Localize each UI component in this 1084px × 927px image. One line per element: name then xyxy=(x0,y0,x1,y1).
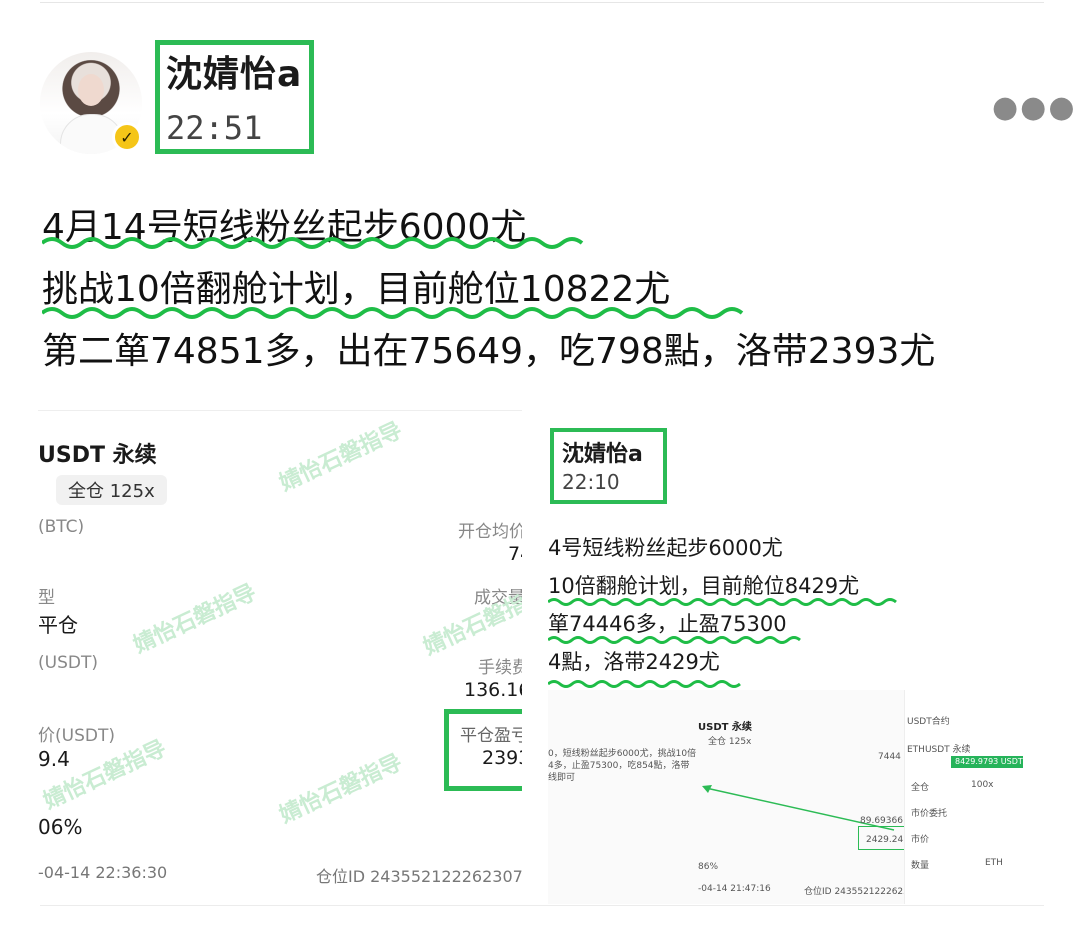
mini-panel-pair: ETHUSDT 永续 xyxy=(907,745,971,755)
post-time: 22:51 xyxy=(166,109,263,147)
mini-order-panel: USDT合约 ETHUSDT 永续 8429.9793 USDT 全仓 100x… xyxy=(904,690,1043,904)
shot2-author: 沈婧怡a xyxy=(562,442,643,467)
shot1-field-fee: 手续费( xyxy=(478,658,522,678)
mini-panel-lev2: 100x xyxy=(971,780,994,790)
watermark: 婧怡石磐指导 xyxy=(275,418,407,497)
more-dots-icon[interactable]: ●●● xyxy=(992,90,1077,125)
mini-tag: 全仓 125x xyxy=(708,737,752,747)
shot2-wavy-2 xyxy=(548,636,801,644)
shot1-type-val: 平仓 xyxy=(38,613,78,637)
shot1-open-avg-val: 748 xyxy=(508,543,522,565)
mini-desc-3: 线即可 xyxy=(548,773,576,783)
wavy-underline-2 xyxy=(42,307,744,319)
shot1-datetime: -04-14 22:36:30 xyxy=(38,863,168,882)
shot2-line-1: 4号短线粉丝起步6000尤 xyxy=(548,536,783,560)
shot2-line-4: 4點，洛带2429尤 xyxy=(548,650,720,674)
post-line-3: 第二箪74851多，出在75649，吃798點，洛带2393尤 xyxy=(42,331,936,372)
top-separator xyxy=(40,2,1044,3)
shot1-field-pnl: 平仓盈亏( xyxy=(460,726,522,746)
screenshot-left[interactable]: USDT 永续 全仓 125x (BTC) 开仓均价( 748 型 成交量 平仓… xyxy=(38,410,522,905)
avatar-face xyxy=(78,74,104,106)
mini-date: -04-14 21:47:16 xyxy=(698,884,771,894)
mini-panel-order: 市价委托 xyxy=(911,809,948,819)
mini-panel-unit: ETH xyxy=(985,858,1003,868)
verified-badge-icon: ✓ xyxy=(112,122,142,152)
shot2-wavy-1 xyxy=(548,598,897,606)
shot1-field-price: 价(USDT) xyxy=(38,726,115,746)
shot1-pct: 06% xyxy=(38,815,83,839)
shot2-time: 22:10 xyxy=(562,470,620,494)
shot1-field-type: 型 xyxy=(38,588,55,608)
nested-screenshot: USDT 永续 全仓 125x 0，短线粉丝起步6000尤，挑战10倍 4多，止… xyxy=(548,690,1043,904)
shot1-pnl-val: 2393. xyxy=(482,747,522,769)
mini-v1: 7444 xyxy=(878,752,901,762)
shot1-field-usdt: (USDT) xyxy=(38,653,98,673)
shot2-wavy-3 xyxy=(548,680,741,688)
shot1-title: USDT 永续 xyxy=(38,443,157,468)
mini-panel-title: USDT合约 xyxy=(907,717,950,727)
watermark: 婧怡石磐指导 xyxy=(129,580,261,659)
shot1-fee-val: 136.1690 xyxy=(464,679,522,701)
screenshot-right[interactable]: 沈婧怡a 22:10 4号短线粉丝起步6000尤 10倍翻舱计划，目前舱位842… xyxy=(548,410,1043,904)
shot1-margin-tag: 全仓 125x xyxy=(56,475,167,505)
bottom-separator xyxy=(40,905,1044,906)
author-name[interactable]: 沈婧怡a xyxy=(166,52,302,98)
mini-panel-lev1: 全仓 xyxy=(911,783,930,793)
mini-panel-qty: 数量 xyxy=(911,861,930,871)
mini-v3: 2429.24 xyxy=(866,835,904,845)
watermark: 婧怡石磐指导 xyxy=(275,750,407,829)
mini-v2: 89.69366 xyxy=(860,816,903,826)
wavy-underline-1 xyxy=(42,237,584,249)
shot1-field-open-avg: 开仓均价( xyxy=(458,522,522,542)
shot1-field-btc: (BTC) xyxy=(38,517,85,537)
mini-panel-price: 市价 xyxy=(911,835,930,845)
mini-pct: 86% xyxy=(698,862,719,872)
shot1-price-val: 9.4 xyxy=(38,747,70,771)
mini-title: USDT 永续 xyxy=(698,722,752,733)
mini-panel-buy: 8429.9793 USDT xyxy=(955,757,1023,766)
shot1-position-id: 仓位ID 243552122262307090 xyxy=(316,867,522,886)
